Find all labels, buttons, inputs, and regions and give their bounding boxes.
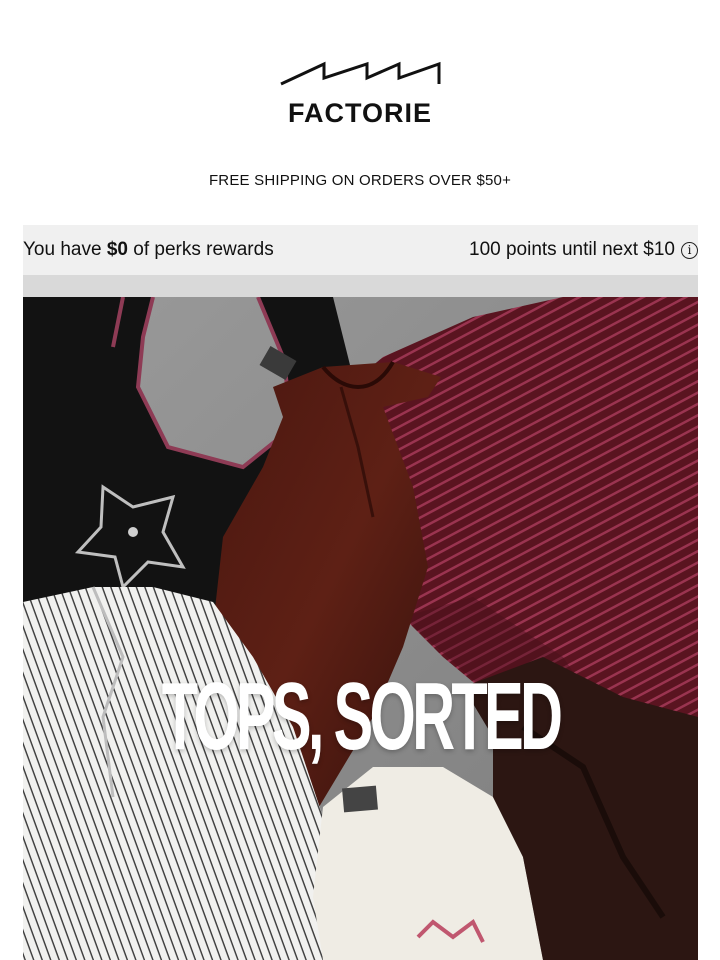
points-progress: 100 points until next $10 i: [469, 239, 698, 261]
hero-headline: TOPS, SORTED: [161, 663, 563, 770]
free-shipping-banner[interactable]: FREE SHIPPING ON ORDERS OVER $50+: [0, 172, 720, 189]
hero-banner[interactable]: TOPS, SORTED: [23, 297, 698, 960]
perks-prefix: You have: [23, 239, 107, 260]
points-until-next-reward: 100 points until next $10: [469, 239, 675, 260]
clothing-flatlay-image: [23, 297, 698, 960]
perks-suffix: of perks rewards: [127, 239, 274, 260]
perks-rewards-bar[interactable]: You have $0 of perks rewards 100 points …: [23, 225, 698, 275]
brand-logo[interactable]: FACTORIE: [0, 58, 720, 129]
brand-name: FACTORIE: [287, 98, 432, 128]
perks-balance: You have $0 of perks rewards: [23, 239, 274, 261]
info-icon[interactable]: i: [681, 241, 698, 259]
factorie-sawtooth-logo-icon: [280, 61, 441, 86]
hero-top-strip: [23, 275, 698, 297]
perks-amount: $0: [106, 239, 128, 260]
